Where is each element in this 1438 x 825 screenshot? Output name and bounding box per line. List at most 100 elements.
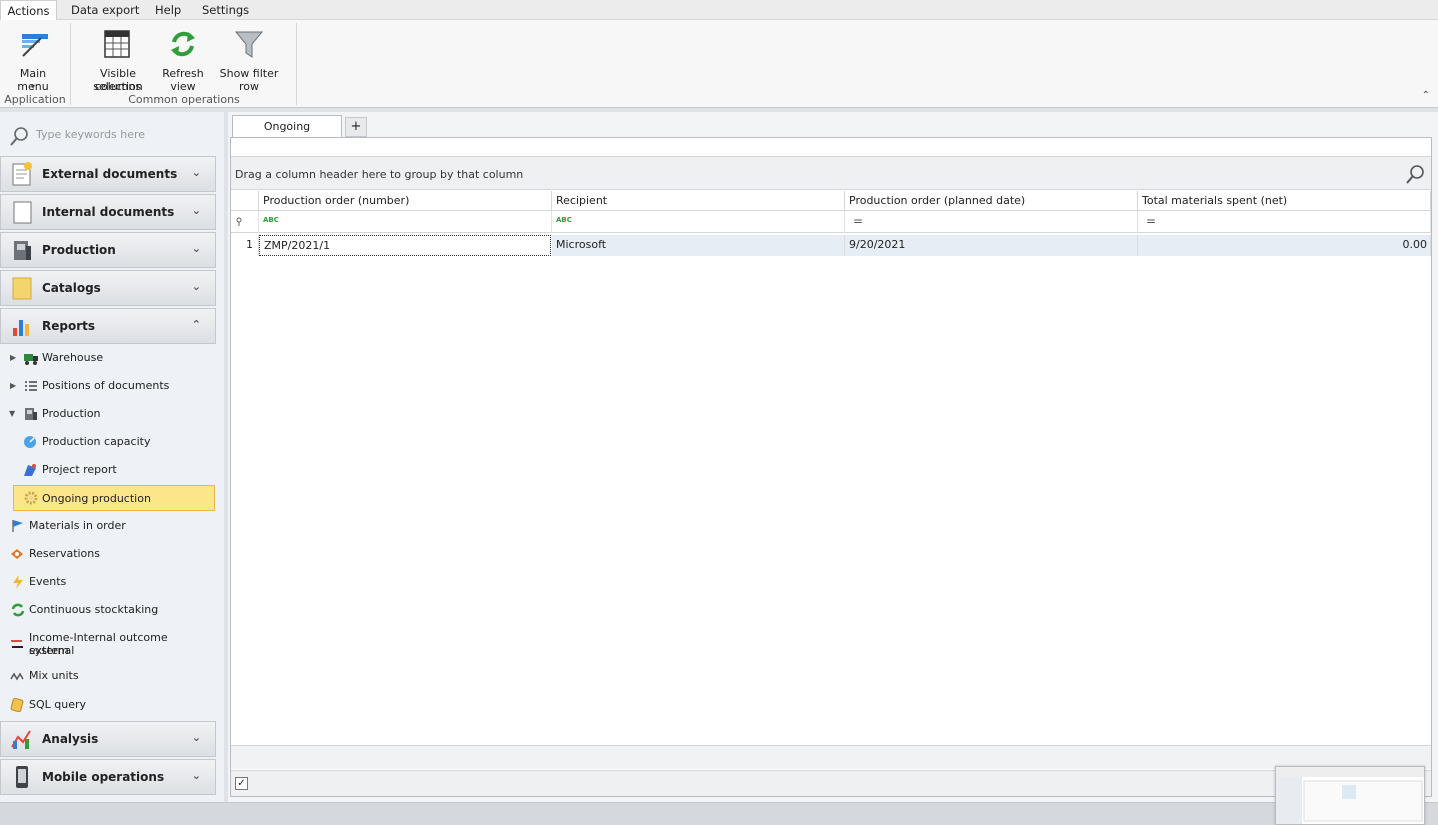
group-by-panel[interactable]: Drag a column header here to group by th…	[231, 156, 1431, 190]
ribbon-tab-data-export[interactable]: Data export	[71, 0, 139, 20]
ribbon-tab-actions[interactable]: Actions	[0, 0, 57, 21]
ribbon-tab-help[interactable]: Help	[155, 0, 181, 20]
nav-item-label: Positions of documents	[42, 379, 170, 392]
list-icon	[25, 381, 37, 391]
filter-cell-production-order[interactable]: ABC	[259, 211, 552, 233]
table-cell-total-materials[interactable]: 0.00	[1138, 235, 1431, 256]
chevron-down-icon: ⌄	[191, 242, 201, 255]
collapse-ribbon-button[interactable]: ⌃	[1422, 90, 1430, 101]
select-checkbox[interactable]: ✓	[235, 777, 248, 790]
nav-item-label: Production	[42, 407, 101, 420]
filter-cell-recipient[interactable]: ABC	[552, 211, 845, 233]
document-tab-ongoing-production[interactable]: Ongoing production	[232, 115, 342, 155]
nav-item-continuous-stocktaking[interactable]: Continuous stocktaking	[9, 599, 214, 621]
visible-columns-button[interactable]: Visible columns selection	[80, 24, 156, 93]
column-header-production-order-number[interactable]: Production order (number)	[259, 191, 552, 211]
gear-icon	[24, 491, 38, 505]
collapse-arrow-icon[interactable]: ▼	[9, 409, 15, 418]
nav-item-production[interactable]: Production	[22, 403, 212, 425]
refresh-view-button[interactable]: Refresh view	[160, 24, 206, 93]
nav-group-production[interactable]: Production ⌄	[0, 232, 216, 268]
nav-group-mobile-operations[interactable]: Mobile operations ⌄	[0, 759, 216, 795]
navigation-pane: Type keywords here External documents ⌄ …	[0, 112, 224, 802]
table-cell-planned-date[interactable]: 9/20/2021	[845, 235, 1138, 256]
filter-funnel-icon	[234, 31, 264, 58]
table-cell-recipient[interactable]: Microsoft	[552, 235, 845, 256]
nav-item-label: SQL query	[29, 698, 87, 711]
lightning-icon	[13, 575, 23, 589]
nav-item-income-internal-outcome[interactable]: Income-Internal outcome external system	[9, 630, 214, 658]
production-machine-icon	[14, 241, 31, 260]
grid-status-row: ✓	[231, 770, 1431, 796]
visible-columns-label-2: selection	[93, 80, 143, 93]
nav-group-label: Internal documents	[42, 205, 175, 219]
text-filter-icon: ABC	[263, 216, 279, 224]
main-menu-button[interactable]: Main menu ▾	[4, 24, 62, 93]
nav-item-sql-query[interactable]: SQL query	[9, 694, 214, 716]
production-machine-icon	[25, 408, 37, 420]
ribbon-group-separator	[70, 23, 71, 105]
refresh-label-1: Refresh	[162, 67, 204, 80]
ribbon-tab-settings[interactable]: Settings	[202, 0, 249, 20]
nav-item-events[interactable]: Events	[9, 571, 214, 593]
internal-document-icon	[13, 201, 32, 224]
report-chart-icon	[13, 320, 29, 336]
row-indicator-header	[231, 191, 259, 211]
expand-arrow-icon[interactable]: ▶	[10, 353, 16, 362]
chevron-down-icon: ⌄	[191, 280, 201, 293]
nav-group-catalogs[interactable]: Catalogs ⌄	[0, 270, 216, 306]
filter-cell-total-materials[interactable]: =	[1138, 211, 1431, 233]
main-content: Ongoing production + Drag a column heade…	[228, 112, 1438, 802]
show-filter-row-label: Show filter row	[219, 67, 279, 93]
column-header-recipient[interactable]: Recipient	[552, 191, 845, 211]
nav-item-production-capacity[interactable]: Production capacity	[22, 431, 212, 453]
nav-group-label: Reports	[42, 319, 96, 333]
filter-cell-planned-date[interactable]: =	[845, 211, 1138, 233]
expand-arrow-icon[interactable]: ▶	[10, 381, 16, 390]
main-menu-icon	[22, 34, 48, 57]
nav-item-reservations[interactable]: Reservations	[9, 543, 214, 565]
warehouse-truck-icon	[24, 354, 38, 365]
nav-item-label-line2: system	[29, 644, 69, 657]
column-header-planned-date[interactable]: Production order (planned date)	[845, 191, 1138, 211]
nav-item-materials-in-order[interactable]: Materials in order	[9, 515, 214, 537]
nav-item-mix-units[interactable]: Mix units	[9, 665, 214, 687]
nav-item-warehouse[interactable]: Warehouse	[22, 347, 212, 369]
ribbon-tab-bar: Actions Data export Help Settings	[0, 0, 1438, 21]
transfer-arrows-icon	[11, 640, 23, 648]
reservation-ticket-icon	[11, 549, 23, 559]
column-header-total-materials[interactable]: Total materials spent (net)	[1138, 191, 1431, 211]
nav-item-project-report[interactable]: Project report	[22, 459, 212, 481]
chevron-down-icon: ⌄	[191, 166, 201, 179]
nav-item-label: Materials in order	[29, 519, 126, 532]
search-icon[interactable]	[1405, 164, 1425, 184]
refresh-label-2: view	[170, 80, 196, 93]
nav-item-positions-of-documents[interactable]: Positions of documents	[22, 375, 212, 397]
nav-item-label: Ongoing production	[42, 492, 151, 505]
nav-group-external-documents[interactable]: External documents ⌄	[0, 156, 216, 192]
nav-item-label: Events	[29, 575, 67, 588]
nav-item-label: Reservations	[29, 547, 100, 560]
group-label-common-operations: Common operations	[128, 93, 240, 106]
nav-group-analysis[interactable]: Analysis ⌄	[0, 721, 216, 757]
nav-item-ongoing-production[interactable]: Ongoing production	[13, 485, 215, 511]
nav-item-label: Continuous stocktaking	[29, 603, 159, 616]
nav-group-internal-documents[interactable]: Internal documents ⌄	[0, 194, 216, 230]
show-filter-row-button[interactable]: Show filter row	[210, 24, 288, 93]
nav-item-label: Warehouse	[42, 351, 104, 364]
search-box[interactable]: Type keywords here	[4, 122, 218, 148]
nav-group-label: Mobile operations	[42, 770, 165, 784]
nav-item-label: Production capacity	[42, 435, 151, 448]
filter-row-indicator	[231, 211, 259, 233]
status-bar	[0, 802, 1438, 825]
nav-group-reports[interactable]: Reports ⌃	[0, 308, 216, 344]
nav-group-label: Production	[42, 243, 116, 257]
table-cell-order-number[interactable]: ZMP/2021/1	[259, 235, 551, 256]
refresh-icon	[11, 603, 25, 617]
add-tab-button[interactable]: +	[345, 117, 367, 137]
ribbon-group-separator	[296, 23, 297, 105]
row-number: 1	[231, 235, 259, 256]
external-document-icon	[12, 162, 32, 186]
ribbon-panel: Main menu ▾ Application Visible columns …	[0, 20, 1438, 108]
window-thumbnail-preview[interactable]	[1275, 766, 1425, 825]
